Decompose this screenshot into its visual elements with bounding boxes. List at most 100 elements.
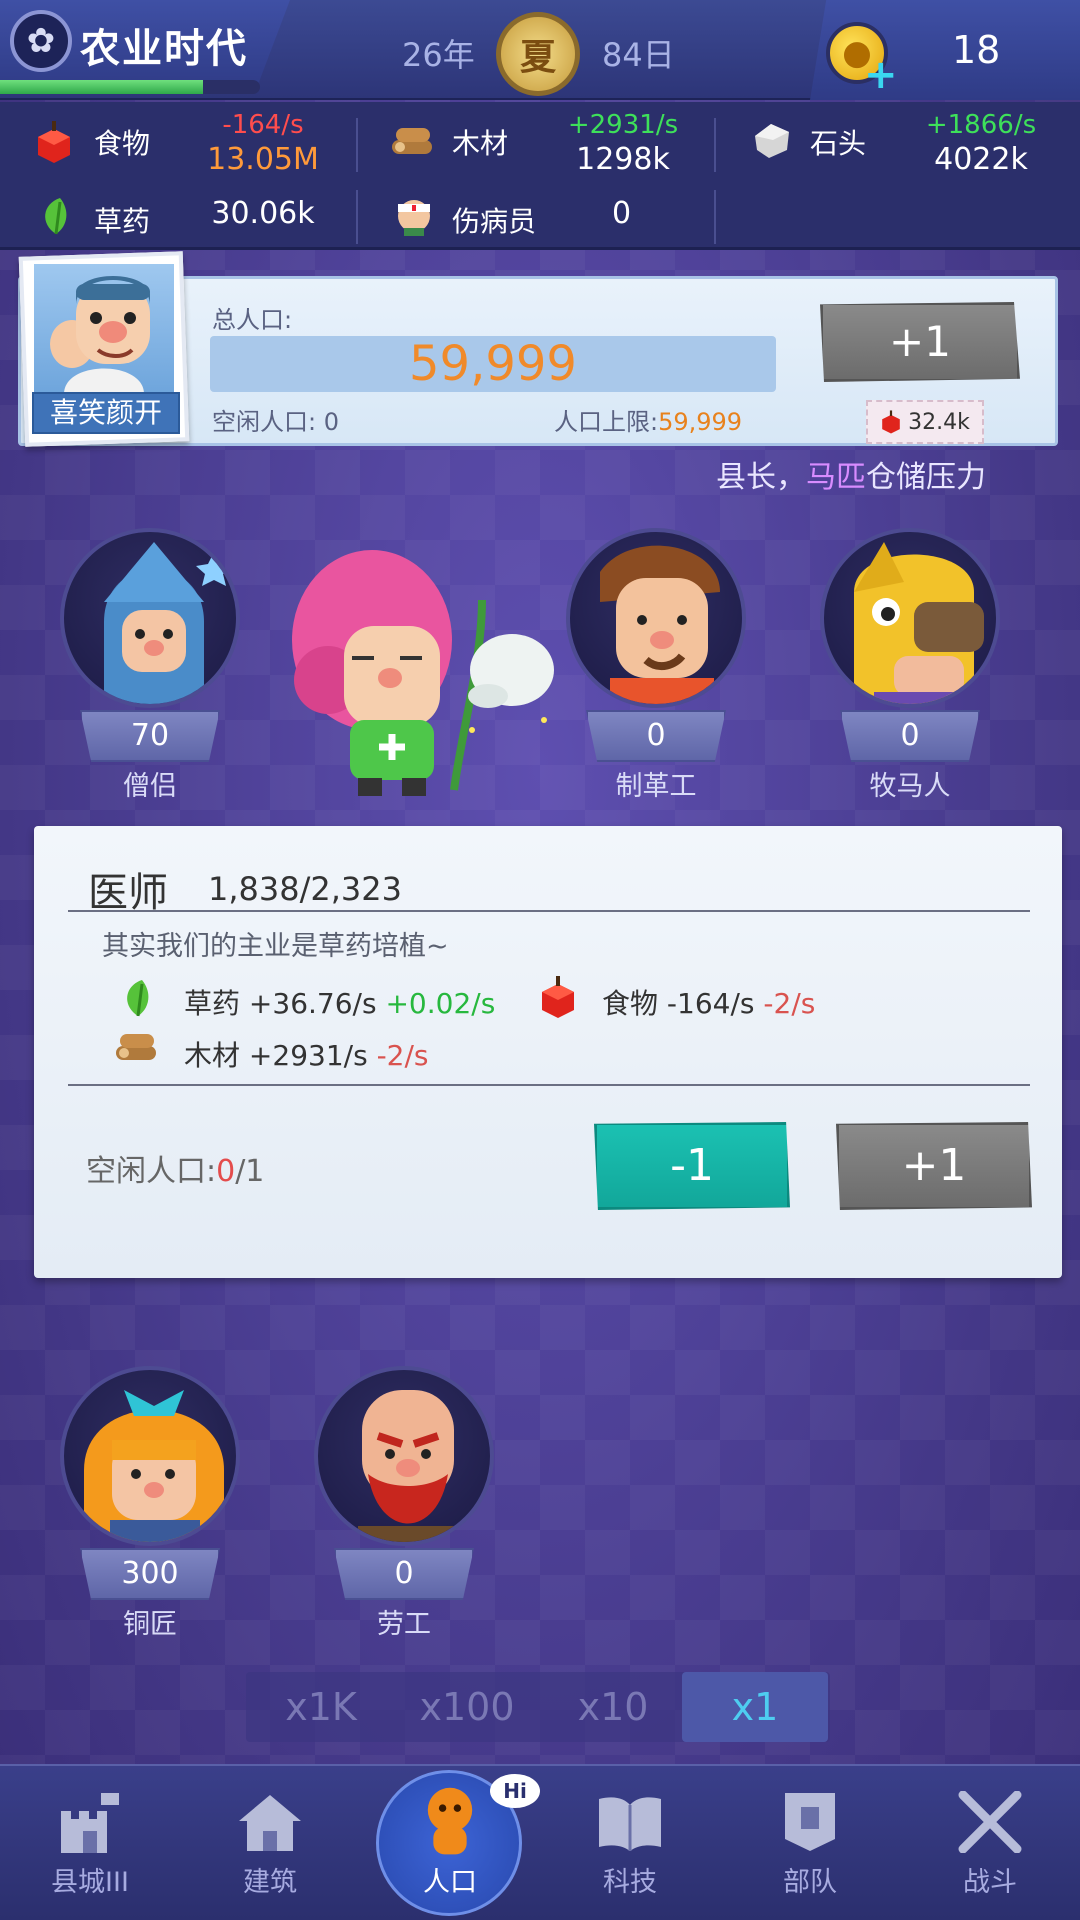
tanner-portrait[interactable] xyxy=(566,528,746,708)
divider xyxy=(68,910,1030,912)
herb-icon xyxy=(34,194,78,238)
apple-icon xyxy=(32,120,76,164)
nav-troops-label: 部队 xyxy=(783,1867,837,1898)
divider xyxy=(68,1084,1030,1086)
house-icon xyxy=(233,1790,307,1854)
season-badge: 夏 xyxy=(496,12,580,96)
monk-count: 70 xyxy=(80,710,220,762)
effect-label: 食物 xyxy=(602,987,659,1020)
nav-population[interactable]: 人口 xyxy=(380,1787,520,1920)
food-rate: -164/s xyxy=(222,110,304,140)
castle-icon xyxy=(53,1790,127,1854)
nav-technology[interactable]: 科技 xyxy=(560,1790,700,1920)
citizen-icon xyxy=(413,1787,487,1855)
idle-population-label: 空闲人口: 0 xyxy=(212,408,339,436)
effect-base: +2931/s xyxy=(248,1039,368,1072)
horse-herder-portrait[interactable] xyxy=(820,528,1000,708)
divider xyxy=(356,190,358,244)
horse-herder-count: 0 xyxy=(840,710,980,762)
wounded-icon xyxy=(392,194,436,238)
divider xyxy=(356,118,358,172)
population-cap-value: 59,999 xyxy=(658,408,743,436)
stone-label: 石头 xyxy=(810,127,867,160)
monk-portrait[interactable] xyxy=(60,528,240,708)
idle-current: 0 xyxy=(216,1154,236,1189)
add-worker-button[interactable]: +1 xyxy=(836,1122,1032,1210)
stone-icon xyxy=(750,118,794,162)
wood-effect: 木材 +2931/s -2/s xyxy=(184,1034,429,1074)
ticker-highlight: 马匹 xyxy=(806,460,866,495)
profession-description: 其实我们的主业是草药培植~ xyxy=(102,931,449,962)
nav-technology-label: 科技 xyxy=(603,1867,657,1898)
stone-rate: +1866/s xyxy=(925,110,1037,140)
coppersmith-count: 300 xyxy=(80,1548,220,1600)
era-name: 农业时代 xyxy=(80,26,248,72)
ticker-prefix: 县长， xyxy=(716,460,806,495)
add-coin-icon[interactable]: + xyxy=(864,52,898,98)
book-icon xyxy=(593,1790,667,1854)
nav-troops[interactable]: 部队 xyxy=(740,1790,880,1920)
multiplier-x1[interactable]: x1 xyxy=(682,1672,828,1742)
crossed-swords-icon xyxy=(953,1790,1027,1854)
population-cap-title: 人口上限: xyxy=(554,408,659,436)
hi-badge: Hi xyxy=(490,1774,540,1808)
herb-value: 30.06k xyxy=(211,196,315,231)
remove-worker-button[interactable]: -1 xyxy=(594,1122,790,1210)
idle-population-info: 空闲人口:0/1 xyxy=(86,1146,264,1190)
total-population-value: 59,999 xyxy=(409,336,577,392)
bottom-nav xyxy=(0,1764,1080,1920)
laborer-portrait[interactable] xyxy=(314,1366,494,1546)
nav-buildings[interactable]: 建筑 xyxy=(200,1790,340,1920)
horse-herder-name: 牧马人 xyxy=(869,771,951,802)
coppersmith-portrait[interactable] xyxy=(60,1366,240,1546)
nav-battle[interactable]: 战斗 xyxy=(920,1790,1060,1920)
multiplier-x10[interactable]: x10 xyxy=(540,1672,686,1742)
wheat-icon[interactable]: ✿ xyxy=(10,10,72,72)
effect-label: 木材 xyxy=(184,1039,241,1072)
effect-label: 草药 xyxy=(184,987,241,1020)
nav-population-label: 人口 xyxy=(423,1867,477,1898)
day-label: 84日 xyxy=(602,36,675,74)
effect-delta: -2/s xyxy=(376,1039,429,1072)
coin-count: 18 xyxy=(952,28,1001,72)
effect-base: +36.76/s xyxy=(248,987,377,1020)
banner-icon xyxy=(773,1790,847,1854)
tanner-count: 0 xyxy=(586,710,726,762)
wood-rate: +2931/s xyxy=(567,110,679,140)
nav-county-label: 县城III xyxy=(51,1867,129,1898)
add-population-cost: 32.4k xyxy=(866,400,984,444)
effect-base: -164/s xyxy=(666,987,755,1020)
nav-county[interactable]: 县城III xyxy=(20,1790,160,1920)
laborer-name: 劳工 xyxy=(377,1609,431,1640)
multiplier-x100[interactable]: x100 xyxy=(394,1672,540,1742)
herb-effect: 草药 +36.76/s +0.02/s xyxy=(184,982,495,1022)
laborer-count: 0 xyxy=(334,1548,474,1600)
nav-battle-label: 战斗 xyxy=(963,1867,1017,1898)
wounded-value: 0 xyxy=(612,196,632,231)
effect-delta: -2/s xyxy=(763,987,816,1020)
herb-icon xyxy=(118,976,158,1024)
monk-name: 僧侣 xyxy=(123,771,177,802)
population-cap-label: 人口上限:59,999 xyxy=(554,402,742,437)
apple-icon xyxy=(538,976,578,1022)
add-population-button[interactable]: +1 xyxy=(820,302,1020,382)
cost-value: 32.4k xyxy=(908,409,970,435)
wood-icon xyxy=(390,120,434,164)
total-population-label: 总人口: xyxy=(212,306,293,334)
era-progress-bar xyxy=(0,80,260,94)
effect-delta: +0.02/s xyxy=(385,987,496,1020)
coppersmith-name: 铜匠 xyxy=(123,1609,177,1640)
mayor-avatar[interactable] xyxy=(34,264,174,394)
news-ticker: 县长，马匹仓储压力 xyxy=(716,452,1006,496)
divider xyxy=(714,118,716,172)
wood-label: 木材 xyxy=(452,127,509,160)
idle-label: 空闲人口: xyxy=(86,1154,217,1189)
mayor-mood-label: 喜笑颜开 xyxy=(32,392,180,434)
multiplier-x1k[interactable]: x1K xyxy=(248,1672,394,1742)
wounded-label: 伤病员 xyxy=(452,205,537,238)
nav-buildings-label: 建筑 xyxy=(243,1867,297,1898)
idle-total: /1 xyxy=(235,1154,265,1189)
ticker-suffix: 仓储压力 xyxy=(866,460,986,495)
physician-character[interactable] xyxy=(282,530,582,800)
year-label: 26年 xyxy=(402,36,475,74)
